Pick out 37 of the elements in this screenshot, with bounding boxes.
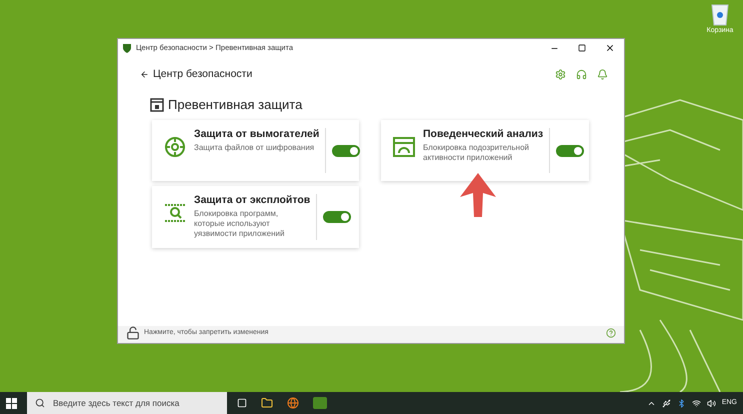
search-icon <box>35 398 45 408</box>
volume-icon[interactable] <box>706 398 716 408</box>
close-icon <box>605 43 615 53</box>
window-lock-icon <box>150 98 164 112</box>
help-icon[interactable] <box>606 328 616 338</box>
browser-icon[interactable] <box>287 397 299 409</box>
card-title: Защита от вымогателей <box>194 128 320 142</box>
usb-icon[interactable] <box>662 398 671 408</box>
bell-icon[interactable] <box>597 69 608 80</box>
search-placeholder: Введите здесь текст для поиска <box>53 396 180 410</box>
headset-icon[interactable] <box>576 69 587 80</box>
toggle-switch[interactable] <box>323 211 352 224</box>
card-description: Блокировка подозрительной активности приложений <box>423 143 530 164</box>
recycle-bin-icon[interactable] <box>710 2 730 26</box>
network-icon[interactable] <box>692 398 701 408</box>
toggle-switch[interactable] <box>556 144 584 157</box>
card-description: Защита файлов от шифрования <box>194 143 316 154</box>
bluetooth-icon[interactable] <box>676 398 686 408</box>
card-title: Защита от эксплойтов <box>194 194 310 208</box>
task-view-icon[interactable] <box>237 398 247 408</box>
taskbar-search-field[interactable]: Введите здесь текст для поиска <box>27 392 227 414</box>
windows-start-icon[interactable] <box>6 398 17 408</box>
folder-icon[interactable] <box>261 397 273 409</box>
back-link[interactable]: Центр безопасности <box>140 67 252 83</box>
shield-icon <box>122 43 132 53</box>
card-description: Блокировка программ, которые используют уязвимости приложений <box>194 209 286 240</box>
page-heading: Превентивная защита <box>168 96 302 114</box>
back-arrow-icon <box>140 70 149 80</box>
binary-search-icon <box>164 202 186 224</box>
maximize-icon <box>578 44 586 52</box>
arrow-drawing <box>458 173 498 219</box>
toggle-switch[interactable] <box>332 144 360 157</box>
unlocked-icon[interactable] <box>126 326 140 340</box>
window-gauge-icon <box>393 136 415 158</box>
card-title: Поведенческий анализ <box>423 128 544 142</box>
settings-icon[interactable] <box>555 69 566 80</box>
target-icon <box>164 136 186 158</box>
